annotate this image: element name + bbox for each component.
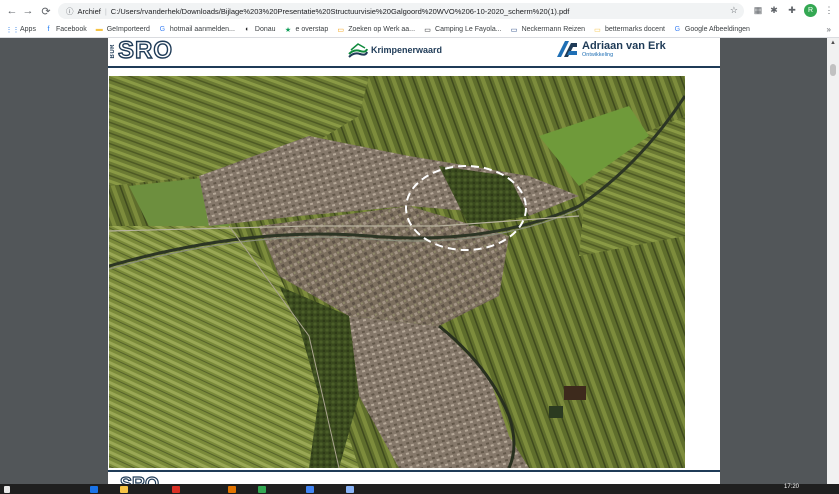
page-icon: ▭ — [424, 26, 431, 34]
extension-icon[interactable]: ✱ — [768, 4, 780, 16]
krimpenerwaard-emblem-icon — [348, 43, 368, 58]
bookmark-label: Camping Le Fayola... — [435, 26, 502, 33]
ave-subtitle: Ontwikkeling — [582, 51, 614, 58]
bookmark-label: e overstap — [295, 26, 329, 33]
taskbar-app-icon[interactable] — [172, 486, 180, 493]
taskbar-clock[interactable]: 17:20 — [784, 484, 799, 490]
start-icon[interactable] — [4, 486, 10, 493]
page-header: BUR SRO Krimpenerwaard Adriaan van Erk O… — [108, 38, 720, 68]
bookmark-item[interactable]: f Facebook — [44, 25, 87, 34]
bookmark-label: Google Afbeeldingen — [684, 26, 750, 33]
bookmarks-bar: ⋮⋮ Apps f Facebook ▬ Geïmporteerd Ghotmail aan… — [0, 22, 839, 38]
bookmark-item[interactable]: ▬ Geïmporteerd — [95, 25, 150, 34]
star-icon: ★ — [284, 26, 292, 34]
globe-icon: ◐ — [245, 26, 250, 33]
info-icon[interactable]: ⓘ — [66, 6, 74, 17]
bookmark-item[interactable]: ◐ Donau — [243, 25, 276, 34]
taskbar-app-icon[interactable] — [90, 486, 98, 493]
address-separator: | — [104, 6, 107, 16]
taskbar-app-icon[interactable] — [228, 486, 236, 493]
bookmark-star-icon[interactable]: ☆ — [730, 5, 738, 16]
back-button[interactable]: ← — [4, 3, 20, 19]
taskbar-app-icon[interactable] — [120, 486, 128, 493]
menu-kebab-icon[interactable]: ⋮ — [823, 4, 835, 16]
page-icon: ▭ — [594, 26, 601, 34]
taskbar: 17:20 — [0, 484, 839, 494]
facebook-icon: f — [47, 26, 50, 33]
bookmark-label: hotmail aanmelden... — [169, 26, 235, 33]
bookmark-item[interactable]: ⋮⋮ Apps — [5, 25, 36, 34]
vertical-scrollbar[interactable]: ▲ — [827, 38, 839, 484]
adriaan-van-erk-logo: Adriaan van Erk Ontwikkeling — [555, 39, 666, 59]
apps-grid-icon: ⋮⋮ — [5, 26, 20, 34]
bookmark-label: Apps — [20, 26, 36, 33]
bookmark-item[interactable]: ★ e overstap — [284, 25, 329, 34]
bookmark-label: Zoeken op Werk aa... — [348, 26, 416, 33]
scroll-up-icon[interactable]: ▲ — [830, 40, 836, 46]
bookmark-item[interactable]: G Google Afbeeldingen — [673, 25, 750, 34]
bookmark-item[interactable]: ▭ Zoeken op Werk aa... — [336, 25, 415, 34]
pdf-page: BUR SRO Krimpenerwaard Adriaan van Erk O… — [108, 38, 720, 484]
footer-sro-label: SRO — [119, 473, 160, 484]
bur-label: BUR — [110, 43, 116, 59]
bookmark-label: Facebook — [55, 26, 87, 33]
ave-title: Adriaan van Erk — [582, 39, 666, 52]
forward-button[interactable]: → — [20, 3, 36, 19]
taskbar-app-icon[interactable] — [346, 486, 354, 493]
security-label: Archief — [77, 6, 101, 16]
bookmarks-overflow-icon[interactable]: » — [827, 25, 831, 34]
folder-icon: ▬ — [95, 26, 103, 33]
puzzle-icon[interactable]: ✚ — [786, 4, 798, 16]
sro-label: SRO — [117, 38, 174, 65]
google-icon: G — [674, 26, 681, 33]
address-bar[interactable]: ⓘ Archief | C:/Users/rvanderhek/Download… — [58, 3, 744, 19]
bookmark-item[interactable]: ▭ bettermarks docent — [593, 25, 665, 34]
bookmark-label: bettermarks docent — [604, 26, 665, 33]
bookmark-label: Neckermann Reizen — [521, 26, 585, 33]
bookmark-item[interactable]: Ghotmail aanmelden... — [158, 25, 235, 34]
aerial-photo-image — [109, 76, 685, 468]
pdf-viewer[interactable]: BUR SRO Krimpenerwaard Adriaan van Erk O… — [0, 38, 839, 484]
browser-toolbar: ← → ⟳ ⓘ Archief | C:/Users/rvanderhek/Do… — [0, 0, 839, 22]
page-footer: SRO — [108, 470, 720, 484]
bookmark-item[interactable]: ▭ Camping Le Fayola... — [423, 25, 502, 34]
bookmark-label: Donau — [254, 26, 276, 33]
reload-button[interactable]: ⟳ — [38, 3, 54, 19]
taskbar-app-icon[interactable] — [306, 486, 314, 493]
extension-icon[interactable]: ▦ — [752, 4, 764, 16]
krimpenerwaard-logo: Krimpenerwaard — [348, 40, 442, 60]
bookmark-label: Geïmporteerd — [106, 26, 150, 33]
google-icon: G — [159, 26, 166, 33]
bookmark-item[interactable]: ▭ Neckermann Reizen — [510, 25, 585, 34]
ave-emblem-icon — [557, 41, 577, 57]
krimpenerwaard-label: Krimpenerwaard — [371, 45, 443, 55]
page-icon: ▭ — [337, 26, 345, 34]
page-icon: ▭ — [510, 26, 518, 34]
profile-avatar[interactable]: R — [804, 4, 817, 17]
url-text[interactable]: C:/Users/rvanderhek/Downloads/Bijlage%20… — [111, 7, 570, 16]
aerial-photo — [109, 76, 685, 468]
taskbar-app-icon[interactable] — [258, 486, 266, 493]
scrollbar-thumb[interactable] — [830, 64, 836, 76]
bursro-logo: BUR SRO — [110, 38, 174, 65]
